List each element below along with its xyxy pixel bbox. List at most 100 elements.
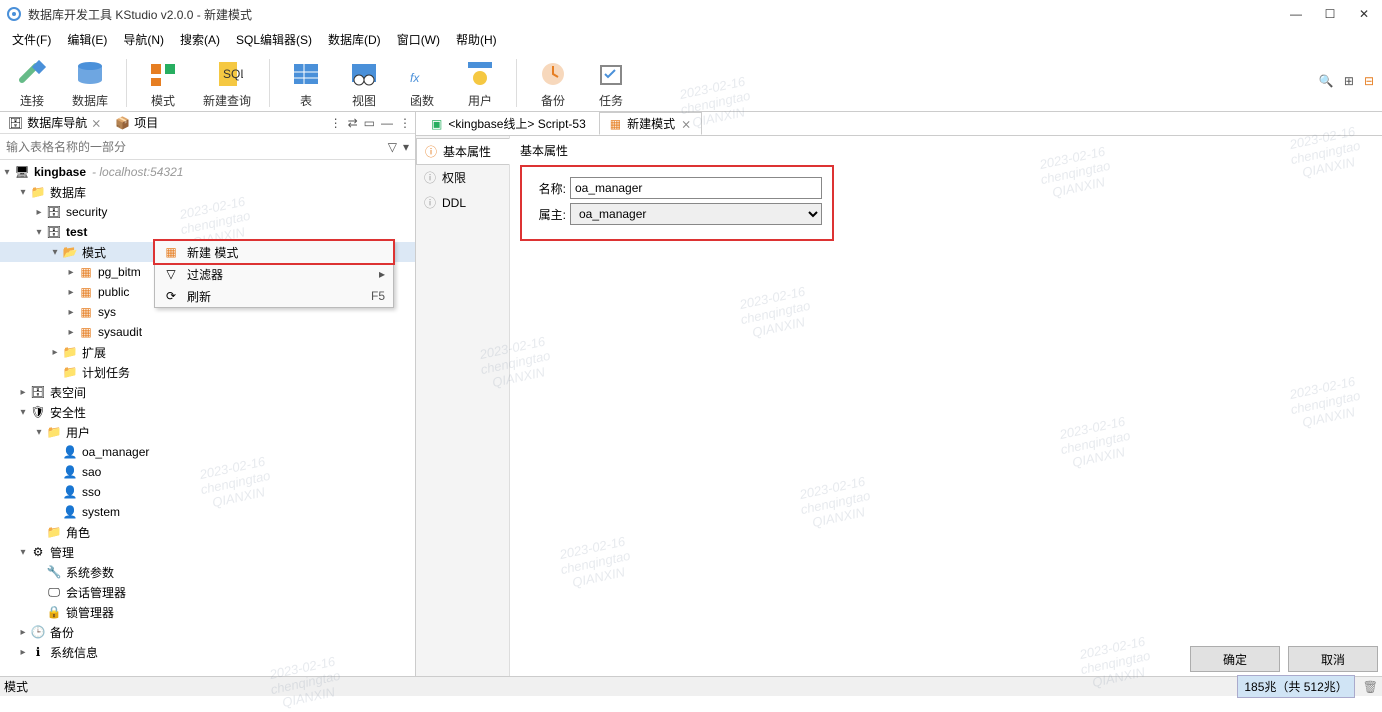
menu-icon[interactable]: ⊟ (1364, 74, 1374, 88)
toolbar-backup[interactable]: 备份 (525, 56, 581, 111)
menu-file[interactable]: 文件(F) (4, 29, 59, 50)
schema-icon: ▦ (163, 245, 179, 259)
menu-edit[interactable]: 编辑(E) (59, 29, 115, 50)
tree-node-manage-item[interactable]: 🔧系统参数 (0, 562, 415, 582)
property-content: 基本属性 名称: 属主: oa_manager 确定 取消 (510, 136, 1382, 676)
nav-basic[interactable]: ⓘ基本属性 (416, 138, 510, 165)
menu-database[interactable]: 数据库(D) (320, 29, 389, 50)
toolbar-connect[interactable]: 连接 (4, 56, 60, 111)
tab-db-nav[interactable]: 🗄数据库导航⨯ (4, 112, 105, 133)
folder-icon: 📁 (30, 184, 46, 200)
svg-text:SQL: SQL (223, 67, 243, 81)
close-tab-icon[interactable]: ⨯ (681, 117, 691, 131)
lock-icon: 🔒 (46, 604, 62, 620)
menu-sql[interactable]: SQL编辑器(S) (228, 29, 320, 50)
trash-icon[interactable]: 🗑 (1363, 680, 1378, 694)
tab-project[interactable]: 📦项目 (111, 112, 162, 133)
schema-icon: ▦ (610, 117, 621, 131)
toolbar-table[interactable]: 表 (278, 56, 334, 111)
ctx-filter[interactable]: ▽过滤器▸ (155, 263, 393, 285)
tree-node-ext[interactable]: ▸📁扩展 (0, 342, 415, 362)
tree-node-manage[interactable]: ▾⚙管理 (0, 542, 415, 562)
tree-node-connection[interactable]: ▾🖥kingbase- localhost:54321 (0, 162, 415, 182)
toolbar-sep (269, 59, 270, 107)
tree-node-user[interactable]: 👤system (0, 502, 415, 522)
server-icon: 🖥 (14, 164, 30, 180)
memory-indicator[interactable]: 185兆（共 512兆） (1237, 675, 1354, 698)
tree-node-user[interactable]: 👤sao (0, 462, 415, 482)
section-title: 基本属性 (520, 142, 1372, 159)
schema-icon: ▦ (78, 264, 94, 280)
context-menu: ▦新建 模式 ▽过滤器▸ ⟳刷新F5 (154, 240, 394, 308)
tree-node-roles[interactable]: 📁角色 (0, 522, 415, 542)
info-icon: ⓘ (424, 169, 436, 186)
tree-node-users[interactable]: ▾📁用户 (0, 422, 415, 442)
owner-label: 属主: (532, 206, 566, 223)
tree-node-manage-item[interactable]: 🔒锁管理器 (0, 602, 415, 622)
maximize-button[interactable]: ☐ (1322, 7, 1338, 21)
tree-node-security[interactable]: ▾🛡安全性 (0, 402, 415, 422)
schema-owner-select[interactable]: oa_manager (570, 203, 822, 225)
tree-node-plan[interactable]: 📁计划任务 (0, 362, 415, 382)
cancel-button[interactable]: 取消 (1288, 646, 1378, 672)
toolbar-schema[interactable]: 模式 (135, 56, 191, 111)
toolbar-view[interactable]: 视图 (336, 56, 392, 111)
editor-tab-new-schema[interactable]: ▦新建模式⨯ (599, 112, 702, 135)
collapse-icon[interactable]: ⇄ (348, 116, 358, 130)
editor-area: ▣<kingbase线上> Script-53 ▦新建模式⨯ ⓘ基本属性 ⓘ权限… (416, 112, 1382, 676)
tree-node-sysinfo[interactable]: ▸ℹ系统信息 (0, 642, 415, 662)
close-button[interactable]: ✕ (1356, 7, 1372, 21)
ctx-new-schema[interactable]: ▦新建 模式 (153, 239, 395, 265)
ctx-refresh[interactable]: ⟳刷新F5 (155, 285, 393, 307)
folder-icon: 📁 (46, 524, 62, 540)
folder-icon: 📁 (62, 344, 78, 360)
project-icon: 📦 (115, 116, 130, 130)
tree-node-manage-item[interactable]: 🖵会话管理器 (0, 582, 415, 602)
ok-button[interactable]: 确定 (1190, 646, 1280, 672)
minimize-button[interactable]: — (1288, 7, 1304, 21)
tree-node-backup[interactable]: ▸🕒备份 (0, 622, 415, 642)
filter-icon[interactable]: ▽ (388, 140, 397, 154)
db-nav-icon: 🗄 (8, 116, 23, 130)
info-icon: ℹ (30, 644, 46, 660)
status-text: 模式 (4, 678, 1237, 695)
tree-node-databases[interactable]: ▾📁数据库 (0, 182, 415, 202)
info-icon: ⓘ (425, 143, 437, 160)
tree-node-user[interactable]: 👤oa_manager (0, 442, 415, 462)
schema-name-input[interactable] (570, 177, 822, 199)
editor-tab-script[interactable]: ▣<kingbase线上> Script-53 (420, 112, 597, 135)
schema-icon: ▦ (78, 284, 94, 300)
menu-help[interactable]: 帮助(H) (448, 29, 505, 50)
grid-icon[interactable]: ⊞ (1344, 74, 1354, 88)
filter-menu-icon[interactable]: ▾ (403, 140, 409, 154)
toolbar-new-query[interactable]: SQL新建查询 (193, 56, 261, 111)
tree-filter-input[interactable] (0, 136, 382, 158)
toolbar-database[interactable]: 数据库 (62, 56, 118, 111)
toolbar-task[interactable]: 任务 (583, 56, 639, 111)
schema-folder-icon: 📂 (62, 244, 78, 260)
info-icon: ⓘ (424, 194, 436, 211)
params-icon: 🔧 (46, 564, 62, 580)
shield-icon: 🛡 (30, 404, 46, 420)
user-icon: 👤 (62, 464, 78, 480)
tree-node-user[interactable]: 👤sso (0, 482, 415, 502)
nav-ddl[interactable]: ⓘDDL (416, 190, 509, 215)
menu-nav[interactable]: 导航(N) (115, 29, 172, 50)
link-icon[interactable]: ⋮ (330, 116, 342, 130)
title-bar: 数据库开发工具 KStudio v2.0.0 - 新建模式 — ☐ ✕ (0, 0, 1382, 28)
min-icon[interactable]: — (381, 116, 393, 130)
search-icon[interactable]: 🔍 (1319, 74, 1334, 88)
menu-search[interactable]: 搜索(A) (172, 29, 228, 50)
menu-window[interactable]: 窗口(W) (389, 29, 448, 50)
toolbar-user[interactable]: 用户 (452, 56, 508, 111)
nav-perm[interactable]: ⓘ权限 (416, 165, 509, 190)
view-menu-icon[interactable]: ⋮ (399, 116, 411, 130)
user-icon: 👤 (62, 504, 78, 520)
tree-node-schema-item[interactable]: ▸▦sysaudit (0, 322, 415, 342)
toolbar-function[interactable]: fx函数 (394, 56, 450, 111)
tree-node-db[interactable]: ▸🗄security (0, 202, 415, 222)
tree-node-tablespace[interactable]: ▸🗄表空间 (0, 382, 415, 402)
stop-icon[interactable]: ▭ (364, 116, 375, 130)
status-bar: 模式 185兆（共 512兆） 🗑 (0, 676, 1382, 696)
session-icon: 🖵 (46, 584, 62, 600)
